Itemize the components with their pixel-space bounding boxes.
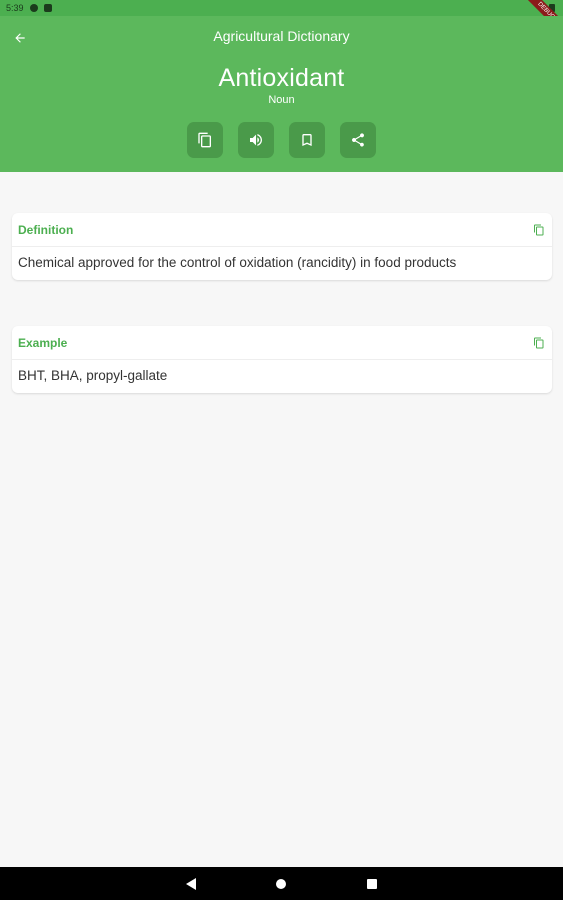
example-text: BHT, BHA, propyl-gallate bbox=[18, 368, 168, 383]
system-nav-bar bbox=[0, 867, 563, 900]
sd-card-icon bbox=[43, 4, 52, 12]
speak-button[interactable] bbox=[238, 122, 274, 158]
app-title: Agricultural Dictionary bbox=[213, 28, 350, 44]
copy-icon bbox=[198, 132, 211, 148]
sync-icon bbox=[29, 4, 38, 12]
copy-definition-button[interactable] bbox=[532, 223, 546, 237]
copy-icon bbox=[534, 224, 544, 235]
volume-icon bbox=[250, 134, 262, 146]
definition-label: Definition bbox=[18, 222, 74, 237]
nav-home-icon[interactable] bbox=[276, 879, 286, 889]
definition-header: Definition bbox=[12, 213, 552, 247]
example-label: Example bbox=[18, 335, 68, 350]
status-time: 5:39 bbox=[6, 3, 24, 13]
share-icon bbox=[352, 133, 364, 147]
definition-card: Definition Chemical approved for the con… bbox=[12, 213, 552, 280]
definition-text: Chemical approved for the control of oxi… bbox=[18, 255, 457, 270]
nav-back-icon[interactable] bbox=[186, 878, 196, 890]
copy-button[interactable] bbox=[187, 122, 223, 158]
status-bar: 5:39 bbox=[0, 0, 563, 16]
copy-icon bbox=[534, 337, 544, 348]
nav-recents-icon[interactable] bbox=[367, 879, 377, 889]
part-of-speech: Noun bbox=[268, 94, 295, 106]
example-header: Example bbox=[12, 326, 552, 360]
bookmark-button[interactable] bbox=[289, 122, 325, 158]
example-card: Example BHT, BHA, propyl-gallate bbox=[12, 326, 552, 393]
action-bar bbox=[187, 122, 376, 158]
word-title: Antioxidant bbox=[218, 64, 345, 92]
share-button[interactable] bbox=[340, 122, 376, 158]
app-header: Agricultural Dictionary Antioxidant Noun bbox=[0, 16, 563, 172]
bookmark-icon bbox=[302, 134, 312, 146]
copy-example-button[interactable] bbox=[532, 336, 546, 350]
